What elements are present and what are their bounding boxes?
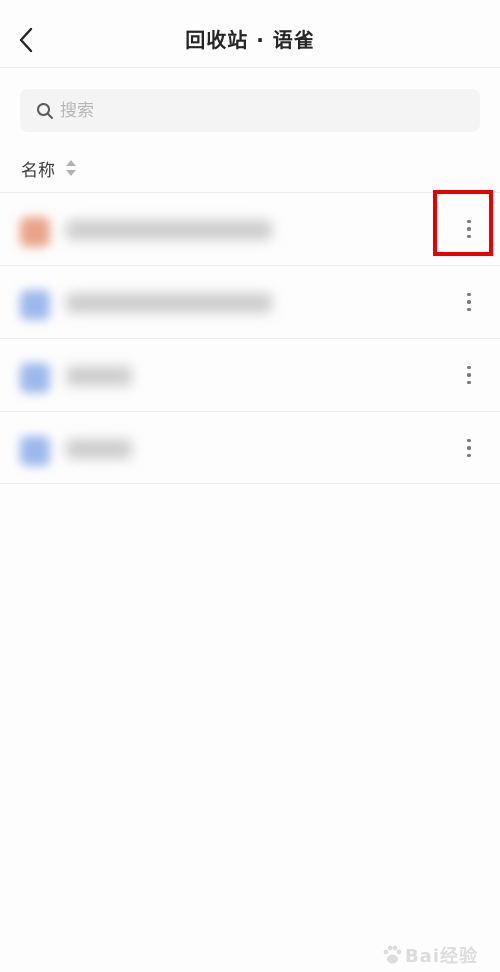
file-row[interactable] (0, 411, 500, 484)
page-title: 回收站 · 语雀 (185, 28, 315, 52)
file-name (66, 220, 272, 240)
paw-icon (383, 945, 402, 964)
sort-by-name-button[interactable]: 名称 (21, 156, 77, 181)
file-name (66, 439, 132, 459)
file-icon (20, 436, 50, 466)
sort-label: 名称 (21, 160, 55, 181)
watermark: Bai经验 (381, 942, 478, 968)
file-icon (20, 290, 50, 320)
sort-arrows-icon (65, 159, 77, 177)
file-icon (20, 217, 50, 247)
search-icon (36, 101, 56, 121)
file-icon (20, 363, 50, 393)
more-vertical-icon[interactable] (454, 284, 484, 320)
watermark-text: Bai经验 (404, 946, 478, 967)
more-vertical-icon[interactable] (454, 430, 484, 466)
more-vertical-icon[interactable] (454, 211, 484, 247)
file-name (66, 293, 272, 313)
header-bar: 回收站 · 语雀 (0, 0, 500, 68)
more-vertical-icon[interactable] (454, 357, 484, 393)
file-row[interactable] (0, 265, 500, 338)
file-name (66, 366, 132, 386)
search-input[interactable] (60, 100, 440, 121)
file-row[interactable] (0, 338, 500, 411)
file-list (0, 192, 500, 484)
search-bar[interactable] (20, 89, 480, 132)
file-row[interactable] (0, 192, 500, 265)
